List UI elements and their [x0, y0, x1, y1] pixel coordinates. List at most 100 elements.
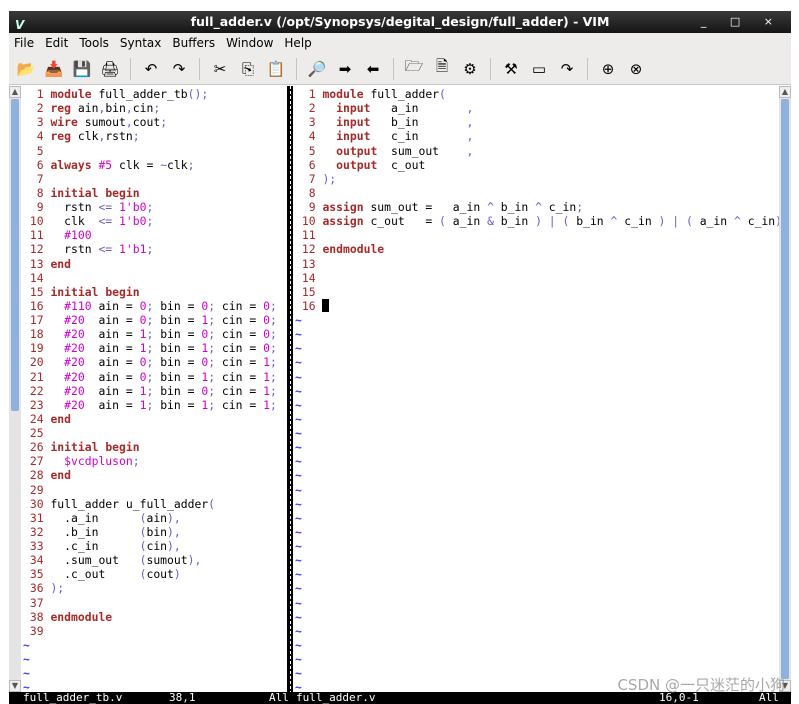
code-line[interactable]: 1 module full_adder_tb();	[23, 87, 287, 101]
paste-icon[interactable]: 📋	[265, 58, 287, 80]
cut-icon[interactable]: ✂	[209, 58, 231, 80]
code-line[interactable]: 1 module full_adder(	[295, 87, 779, 101]
menu-tools[interactable]: Tools	[79, 33, 109, 53]
jump-tag-icon[interactable]: ↷	[556, 58, 578, 80]
redo-icon[interactable]: ↷	[168, 58, 190, 80]
code-line[interactable]: 17 #20 ain = 0; bin = 1; cin = 0;	[23, 313, 287, 327]
code-line[interactable]: 27 $vcdpluson;	[23, 454, 287, 468]
code-line[interactable]: 26 initial begin	[23, 440, 287, 454]
find-replace-icon[interactable]: 🔎	[306, 58, 328, 80]
make-icon[interactable]: ⚒	[500, 58, 522, 80]
code-line[interactable]: 25	[23, 426, 287, 440]
menu-edit[interactable]: Edit	[45, 33, 68, 53]
code-line[interactable]: 8 initial begin	[23, 186, 287, 200]
code-line[interactable]: 32 .b_in (bin),	[23, 525, 287, 539]
save-icon[interactable]: 💾	[71, 58, 93, 80]
code-line[interactable]: 13 end	[23, 257, 287, 271]
code-line[interactable]: 7	[23, 172, 287, 186]
code-line[interactable]: 18 #20 ain = 1; bin = 0; cin = 0;	[23, 327, 287, 341]
copy-icon[interactable]: ⎘	[237, 58, 259, 80]
code-line[interactable]: 34 .sum_out (sumout),	[23, 553, 287, 567]
menu-help[interactable]: Help	[284, 33, 311, 53]
code-line[interactable]: 36 );	[23, 581, 287, 595]
code-line[interactable]: 12 rstn <= 1'b1;	[23, 242, 287, 256]
menu-buffers[interactable]: Buffers	[172, 33, 215, 53]
help-icon[interactable]: ⊕	[597, 58, 619, 80]
undo-icon[interactable]: ↶	[140, 58, 162, 80]
code-line[interactable]: 2 reg ain,bin,cin;	[23, 101, 287, 115]
code-line[interactable]: 11	[295, 228, 779, 242]
code-line[interactable]: 24 end	[23, 412, 287, 426]
right-code-pane[interactable]: 1 module full_adder( 2 input a_in , 3 in…	[295, 86, 779, 692]
code-line[interactable]: 19 #20 ain = 1; bin = 1; cin = 0;	[23, 341, 287, 355]
code-line[interactable]: 4 reg clk,rstn;	[23, 129, 287, 143]
code-line[interactable]: 33 .c_in (cin),	[23, 539, 287, 553]
code-line[interactable]: 20 #20 ain = 0; bin = 0; cin = 1;	[23, 355, 287, 369]
code-line[interactable]: 37	[23, 596, 287, 610]
save-session-icon[interactable]: 🗎	[431, 57, 453, 80]
window-controls[interactable]: _ □ ×	[701, 11, 783, 33]
code-line[interactable]: 16	[295, 298, 779, 313]
scroll-down-icon[interactable]: ▼	[9, 680, 21, 692]
code-line[interactable]: 5 output sum_out ,	[295, 144, 779, 158]
code-line[interactable]: 11 #100	[23, 228, 287, 242]
code-line[interactable]: 12 endmodule	[295, 242, 779, 256]
number-token: 1'b1	[119, 242, 147, 257]
open-icon[interactable]: 📂	[15, 58, 37, 80]
code-line[interactable]: 4 input c_in ,	[295, 129, 779, 143]
code-line[interactable]: 6 output c_out	[295, 158, 779, 172]
vertical-split-separator[interactable]	[287, 86, 293, 692]
code-line[interactable]: 14	[295, 271, 779, 285]
left-code-pane[interactable]: 1 module full_adder_tb(); 2 reg ain,bin,…	[23, 86, 287, 692]
scroll-up-icon[interactable]: ▲	[9, 86, 21, 98]
left-scrollbar[interactable]: ▲ ▼	[9, 86, 21, 692]
code-line[interactable]: 14	[23, 271, 287, 285]
save-download-icon[interactable]: 📥	[43, 58, 65, 80]
code-line[interactable]: 23 #20 ain = 1; bin = 1; cin = 1;	[23, 398, 287, 412]
code-line[interactable]: 9 assign sum_out = a_in ^ b_in ^ c_in;	[295, 200, 779, 214]
code-line[interactable]: 3 input b_in ,	[295, 115, 779, 129]
code-line[interactable]: 38 endmodule	[23, 610, 287, 624]
find-next-icon[interactable]: ➡	[334, 58, 356, 80]
find-help-icon[interactable]: ⊗	[625, 58, 647, 80]
right-scrollbar[interactable]: ▲ ▼	[779, 86, 791, 692]
code-line[interactable]: 29	[23, 483, 287, 497]
run-script-icon[interactable]: ⚙	[459, 58, 481, 80]
code-line[interactable]: 3 wire sumout,cout;	[23, 115, 287, 129]
code-line[interactable]: 10 assign c_out = ( a_in & b_in ) | ( b_…	[295, 214, 779, 228]
menu-window[interactable]: Window	[226, 33, 273, 53]
code-line[interactable]: 30 full_adder u_full_adder(	[23, 497, 287, 511]
code-line[interactable]: 15 initial begin	[23, 285, 287, 299]
code-line[interactable]: 31 .a_in (ain),	[23, 511, 287, 525]
code-token: c_in	[624, 214, 652, 229]
code-line[interactable]: 8	[295, 186, 779, 200]
code-line[interactable]: 2 input a_in ,	[295, 101, 779, 115]
shell-icon[interactable]: ▭	[528, 58, 550, 80]
line-number: 25	[23, 426, 51, 440]
code-line[interactable]: 35 .c_out (cout)	[23, 567, 287, 581]
code-token: b_in	[500, 200, 529, 214]
code-line[interactable]: 22 #20 ain = 1; bin = 0; cin = 1;	[23, 384, 287, 398]
menu-syntax[interactable]: Syntax	[120, 33, 161, 53]
code-line[interactable]: 16 #110 ain = 0; bin = 0; cin = 0;	[23, 299, 287, 313]
code-line[interactable]: 13	[295, 257, 779, 271]
code-line[interactable]: 28 end	[23, 468, 287, 482]
menu-file[interactable]: File	[14, 33, 34, 53]
scroll-up-icon[interactable]: ▲	[779, 86, 791, 98]
code-line[interactable]: 7 );	[295, 172, 779, 186]
code-line[interactable]: 21 #20 ain = 0; bin = 1; cin = 1;	[23, 370, 287, 384]
code-line[interactable]: 9 rstn <= 1'b0;	[23, 200, 287, 214]
print-icon[interactable]: 🖨	[99, 58, 121, 80]
code-line[interactable]: 39	[23, 624, 287, 638]
code-line[interactable]: 15	[295, 285, 779, 299]
code-line[interactable]: 10 clk <= 1'b0;	[23, 214, 287, 228]
find-prev-icon[interactable]: ⬅	[362, 58, 384, 80]
editor-area[interactable]: ▲ ▼ 1 module full_adder_tb(); 2 reg ain,…	[9, 86, 791, 692]
number-token: #100	[64, 228, 92, 243]
code-line[interactable]: 5	[23, 144, 287, 158]
load-session-icon[interactable]: 🗁	[403, 57, 425, 80]
code-line[interactable]: 6 always #5 clk = ~clk;	[23, 158, 287, 172]
